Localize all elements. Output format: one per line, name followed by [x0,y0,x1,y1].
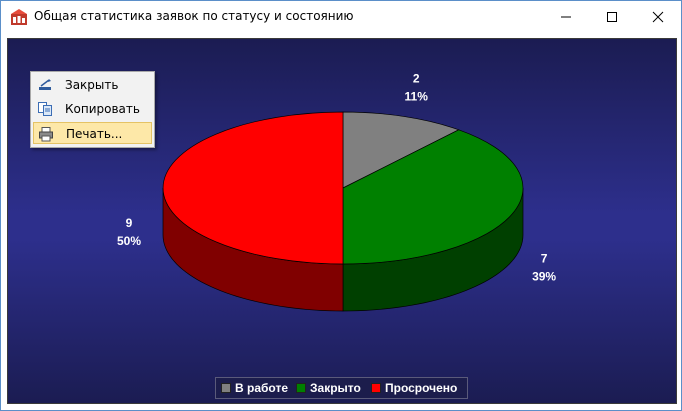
printer-icon [38,126,54,142]
chart-legend: В работе Закрыто Просрочено [215,377,468,399]
legend-swatch [371,383,381,393]
legend-swatch [296,383,306,393]
maximize-button[interactable] [589,1,635,32]
legend-label: Закрыто [310,381,361,395]
minimize-icon [561,16,571,18]
slice-value-label: 9 [126,216,133,230]
context-menu: Закрыть Копировать Печать... [30,71,155,148]
window-title: Общая статистика заявок по статусу и сос… [34,9,354,23]
slice-percent-label: 11% [405,89,429,103]
legend-swatch [221,383,231,393]
menu-item-close-label: Закрыть [65,78,119,92]
copy-icon [37,101,53,117]
close-window-icon [37,77,53,93]
menu-item-print-label: Печать... [66,127,123,141]
slice-percent-label: 39% [532,270,556,284]
menu-item-print[interactable]: Печать... [33,122,152,144]
maximize-icon [607,12,617,22]
legend-label: Просрочено [385,381,458,395]
menu-item-copy-label: Копировать [65,102,140,116]
menu-item-copy[interactable]: Копировать [33,98,152,120]
close-button[interactable] [635,1,681,32]
slice-percent-label: 50% [117,234,141,248]
minimize-button[interactable] [543,1,589,32]
menu-item-close[interactable]: Закрыть [33,74,152,96]
legend-label: В работе [235,381,288,395]
app-icon [10,8,28,26]
slice-value-label: 7 [541,252,548,266]
title-bar[interactable]: Общая статистика заявок по статусу и сос… [1,1,681,32]
app-window: Общая статистика заявок по статусу и сос… [0,0,682,411]
close-icon [652,11,664,23]
slice-value-label: 2 [413,71,420,85]
